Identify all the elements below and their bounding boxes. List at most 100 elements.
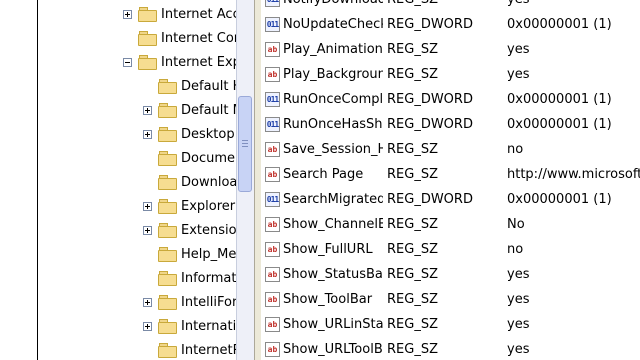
value-type: REG_SZ [387, 342, 438, 357]
tree-item[interactable]: Internationa [143, 314, 236, 338]
registry-value-row[interactable]: 011RunOnceComplete REG_DWORD 0x00000001 (1… [261, 87, 640, 112]
tree-item-label: Internet Explorer [161, 54, 236, 70]
registry-value-row[interactable]: abShow_URLinStat... REG_SZ yes [261, 312, 640, 337]
tree-item[interactable]: Internet Connec [123, 26, 236, 50]
tree-item-label: Internet Connec [161, 30, 236, 46]
value-name: Show_StatusBar [283, 267, 383, 282]
value-type: REG_SZ [387, 242, 438, 257]
expand-icon[interactable] [143, 225, 152, 235]
tree-item[interactable]: Document V [143, 146, 236, 170]
registry-value-row[interactable]: ab Show_ToolBar REG_SZ yes [261, 287, 640, 312]
tree-item[interactable]: IntelliForms [143, 290, 236, 314]
tree-item[interactable]: Default HTM [143, 74, 236, 98]
value-data: yes [507, 292, 530, 307]
tree-item[interactable]: Default MHT [143, 98, 236, 122]
folder-icon [138, 7, 157, 22]
sz-icon: ab [265, 317, 280, 332]
value-name: Show_URLToolBar [283, 342, 383, 357]
value-name: NotifyDownloadC [283, 0, 383, 7]
tree-item[interactable]: Explorer Bar [143, 194, 236, 218]
folder-icon [158, 319, 177, 334]
value-name: Play_Background... [283, 67, 383, 82]
expand-icon[interactable] [143, 201, 152, 211]
registry-value-row[interactable]: abSearch Page REG_SZ http://www.microsoft.… [261, 162, 640, 187]
sz-icon: ab [265, 217, 280, 232]
tree-item[interactable]: Extensions [143, 218, 236, 242]
dword-icon: 011 [265, 17, 280, 32]
tree-item-label: Default MHT [181, 102, 236, 118]
value-data: yes [507, 0, 640, 7]
value-name: Search Page [283, 167, 364, 182]
folder-icon [158, 127, 177, 142]
folder-icon [158, 151, 177, 166]
folder-icon [158, 295, 177, 310]
value-data: http://www.microsoft.com/is [507, 167, 640, 182]
registry-value-row[interactable]: 011NotifyDownloadC REG_SZ yes [261, 0, 640, 12]
registry-value-row[interactable]: 011 NoUpdateCheck REG_DWORD 0x00000001 (1) [261, 12, 640, 37]
registry-values-list[interactable]: 011NotifyDownloadCREG_SZyes011NoUpdateCh… [261, 0, 640, 360]
tree-item-label: Help_Menu_ [181, 246, 236, 262]
tree-item-label: InternetReg [181, 342, 236, 358]
expand-icon[interactable] [143, 297, 152, 307]
sz-icon: ab [265, 242, 280, 257]
tree-item-label: Internet Accoun [161, 6, 236, 22]
tree-item[interactable]: Help_Menu_ [143, 242, 236, 266]
expand-icon[interactable] [143, 105, 152, 115]
registry-value-row[interactable]: ab Show_FullURL REG_SZ no [261, 237, 640, 262]
value-name: NoUpdateCheck [283, 17, 383, 32]
folder-icon [158, 343, 177, 358]
tree-scroll-thumb[interactable] [238, 96, 252, 192]
value-data: 0x00000001 (1) [507, 92, 612, 107]
folder-icon [158, 79, 177, 94]
folder-icon [158, 247, 177, 262]
value-type: REG_SZ [387, 292, 438, 307]
value-name: RunOnceHasSho... [283, 117, 383, 132]
registry-value-row[interactable]: abSave_Session_Hi... REG_SZ no [261, 137, 640, 162]
value-type: REG_SZ [387, 167, 438, 182]
tree-item[interactable]: InternetReg [143, 338, 236, 360]
value-type: REG_SZ [387, 0, 502, 7]
folder-icon [158, 103, 177, 118]
registry-key-tree[interactable]: Internet Accoun Internet Connec Internet E… [38, 0, 236, 360]
registry-value-row[interactable]: abPlay_Background... REG_SZ yes [261, 62, 640, 87]
tree-item[interactable]: Internet Accoun [123, 2, 236, 26]
pane-splitter[interactable] [254, 0, 261, 360]
sz-icon: ab [265, 142, 280, 157]
tree-item[interactable]: Desktop [143, 122, 235, 146]
collapse-icon[interactable] [123, 57, 132, 67]
tree-item[interactable]: Download [143, 170, 236, 194]
value-data: yes [507, 67, 530, 82]
value-type: REG_SZ [387, 267, 438, 282]
value-name: Show_FullURL [283, 242, 373, 257]
value-type: REG_SZ [387, 67, 438, 82]
value-data: 0x00000001 (1) [507, 117, 612, 132]
value-data: 0x00000001 (1) [507, 192, 612, 207]
expand-icon[interactable] [143, 129, 152, 139]
tree-item-label: Internationa [181, 318, 236, 334]
expand-icon[interactable] [123, 9, 132, 19]
scroll-grip-line [242, 143, 248, 144]
value-name: Save_Session_Hi... [283, 142, 383, 157]
sz-icon: ab [265, 292, 280, 307]
tree-item[interactable]: InformationB [143, 266, 236, 290]
value-type: REG_SZ [387, 42, 438, 57]
registry-value-row[interactable]: 011 SearchMigrated REG_DWORD 0x00000001 (1) [261, 187, 640, 212]
value-data: no [507, 142, 524, 157]
tree-scrollbar[interactable] [236, 0, 254, 360]
tree-item-label: Extensions [181, 222, 236, 238]
tree-item[interactable]: Internet Explorer [123, 50, 236, 74]
registry-value-row[interactable]: 011RunOnceHasSho... REG_DWORD 0x00000001 (… [261, 112, 640, 137]
expand-icon[interactable] [143, 321, 152, 331]
dword-icon: 011 [265, 192, 280, 207]
value-name: Show_URLinStat... [283, 317, 383, 332]
sz-icon: ab [265, 167, 280, 182]
dword-icon: 011 [265, 117, 280, 132]
window-edge [0, 0, 38, 360]
folder-icon [158, 223, 177, 238]
registry-value-row[interactable]: ab Play_Animations REG_SZ yes [261, 37, 640, 62]
registry-value-row[interactable]: abShow_URLToolBar REG_SZ yes [261, 337, 640, 360]
value-data: No [507, 217, 525, 232]
tree-item-label: Default HTM [181, 78, 236, 94]
registry-value-row[interactable]: ab Show_StatusBar REG_SZ yes [261, 262, 640, 287]
registry-value-row[interactable]: abShow_ChannelBa... REG_SZ No [261, 212, 640, 237]
